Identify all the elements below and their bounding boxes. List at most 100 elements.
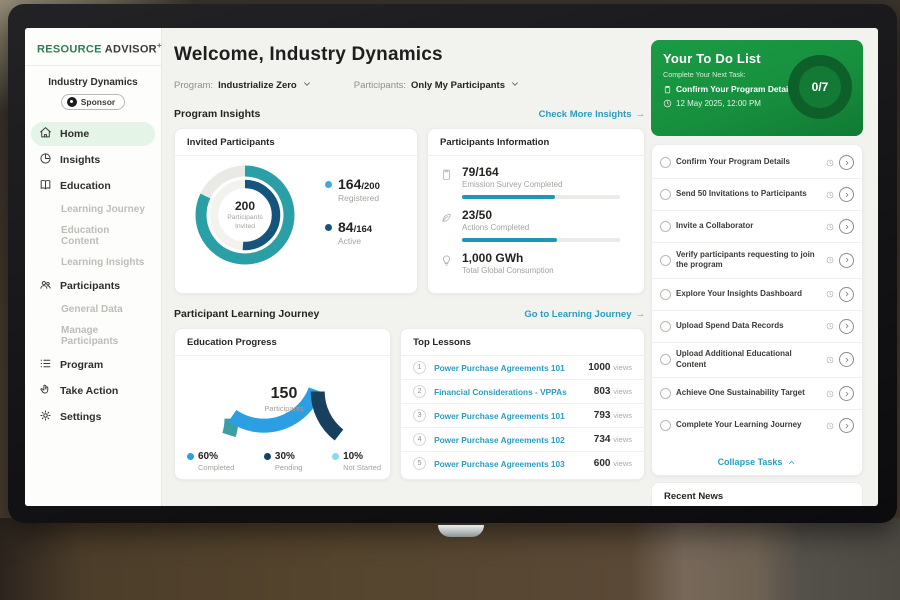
task-open-button[interactable] xyxy=(839,187,854,202)
todo-summary-card: Your To Do List Complete Your Next Task:… xyxy=(651,40,863,136)
task-open-button[interactable] xyxy=(839,253,854,268)
task-checkbox[interactable] xyxy=(660,388,671,399)
invited-participants-title: Invited Participants xyxy=(175,129,417,156)
task-label: Upload Additional Educational Content xyxy=(676,349,821,371)
check-more-insights-link[interactable]: Check More Insights → xyxy=(539,109,645,120)
lesson-row[interactable]: 1Power Purchase Agreements 1011000 views xyxy=(401,356,644,379)
task-checkbox[interactable] xyxy=(660,255,671,266)
legend-label: Registered xyxy=(338,193,380,203)
lesson-link[interactable]: Power Purchase Agreements 103 xyxy=(434,459,586,469)
lesson-row[interactable]: 5Power Purchase Agreements 103600 views xyxy=(401,451,644,475)
sidebar-item-label: Learning Journey xyxy=(61,204,145,215)
gauge-center-label: 150 Participants xyxy=(205,385,363,413)
stat-label: Total Global Consumption xyxy=(462,266,554,275)
sidebar-item-home[interactable]: Home xyxy=(31,122,155,146)
gauge-legend-item-pending: 30%Pending xyxy=(264,451,303,472)
todo-task-confirm-your-program-details[interactable]: Confirm Your Program Details xyxy=(652,147,862,178)
participant-stat-actions-completed: 23/50Actions Completed xyxy=(428,199,644,242)
clock-icon xyxy=(826,285,834,303)
stat-progress-bar xyxy=(462,195,620,199)
task-open-button[interactable] xyxy=(839,155,854,170)
lesson-views: 600 views xyxy=(594,458,632,469)
education-icon xyxy=(39,178,52,194)
sidebar-item-general-data[interactable]: General Data xyxy=(31,300,155,319)
collapse-tasks-link[interactable]: Collapse Tasks xyxy=(652,450,862,475)
task-checkbox[interactable] xyxy=(660,420,671,431)
sidebar-item-education[interactable]: Education xyxy=(31,174,155,198)
stat-value: 23/50 xyxy=(462,208,620,222)
donut-legend-item-active: 84/164Active xyxy=(325,220,380,246)
clipboard-icon xyxy=(663,85,672,94)
todo-task-achieve-one-sustainability-target[interactable]: Achieve One Sustainability Target xyxy=(652,377,862,409)
lesson-views: 734 views xyxy=(594,434,632,445)
task-checkbox[interactable] xyxy=(660,321,671,332)
lesson-row[interactable]: 3Power Purchase Agreements 101793 views xyxy=(401,403,644,427)
legend-dot-icon xyxy=(325,181,332,188)
participants-select[interactable]: Participants: Only My Participants xyxy=(354,76,520,94)
recent-news-title: Recent News xyxy=(652,483,862,506)
task-checkbox[interactable] xyxy=(660,189,671,200)
task-label: Upload Spend Data Records xyxy=(676,321,821,332)
task-open-button[interactable] xyxy=(839,386,854,401)
sidebar-nav: HomeInsightsEducation Learning Journey Edu… xyxy=(25,122,161,429)
clock-icon xyxy=(826,186,834,204)
task-open-button[interactable] xyxy=(839,418,854,433)
go-to-learning-journey-link[interactable]: Go to Learning Journey → xyxy=(524,309,645,320)
clock-icon xyxy=(826,251,834,269)
legend-label: Completed xyxy=(198,463,234,472)
program-insights-title: Program Insights xyxy=(174,108,260,120)
sidebar-item-participants[interactable]: Participants xyxy=(31,274,155,298)
task-open-button[interactable] xyxy=(839,352,854,367)
lesson-link[interactable]: Power Purchase Agreements 102 xyxy=(434,435,586,445)
lesson-row[interactable]: 2Financial Considerations - VPPAs803 vie… xyxy=(401,379,644,403)
sidebar-item-insights[interactable]: Insights xyxy=(31,148,155,172)
sidebar: RESOURCE ADVISOR+ Industry Dynamics Spon… xyxy=(25,28,162,506)
clock-icon xyxy=(826,385,834,403)
todo-task-upload-spend-data-records[interactable]: Upload Spend Data Records xyxy=(652,310,862,342)
sidebar-item-label: Learning Insights xyxy=(61,257,144,268)
participants-icon xyxy=(39,278,52,294)
legend-dot-icon xyxy=(332,453,339,460)
recent-news-card: Recent News xyxy=(651,482,863,506)
todo-task-send-50-invitations-to-participants[interactable]: Send 50 Invitations to Participants xyxy=(652,178,862,210)
sidebar-item-program[interactable]: Program xyxy=(31,353,155,377)
dashboard-screen: RESOURCE ADVISOR+ Industry Dynamics Spon… xyxy=(25,28,878,506)
task-open-button[interactable] xyxy=(839,319,854,334)
participants-information-card: Participants Information 79/164Emission … xyxy=(427,128,645,294)
participant-stat-total-global-consumption: 1,000 GWhTotal Global Consumption xyxy=(428,242,644,275)
sidebar-item-learning-journey[interactable]: Learning Journey xyxy=(31,200,155,219)
task-open-button[interactable] xyxy=(839,287,854,302)
sidebar-item-education-content[interactable]: Education Content xyxy=(31,221,155,251)
todo-task-verify-participants-requesting-to-join-the-program[interactable]: Verify participants requesting to join t… xyxy=(652,242,862,278)
todo-task-invite-a-collaborator[interactable]: Invite a Collaborator xyxy=(652,210,862,242)
lesson-link[interactable]: Financial Considerations - VPPAs xyxy=(434,387,586,397)
todo-task-explore-your-insights-dashboard[interactable]: Explore Your Insights Dashboard xyxy=(652,278,862,310)
filter-bar: Program: Industrialize Zero Participants… xyxy=(174,76,645,94)
invited-participants-card: Invited Participants 200 Participants In… xyxy=(174,128,418,294)
top-lessons-list: 1Power Purchase Agreements 1011000 views… xyxy=(401,356,644,475)
task-open-button[interactable] xyxy=(839,219,854,234)
lesson-views: 1000 views xyxy=(588,362,632,373)
program-select[interactable]: Program: Industrialize Zero xyxy=(174,76,312,94)
sidebar-item-learning-insights[interactable]: Learning Insights xyxy=(31,253,155,272)
lesson-link[interactable]: Power Purchase Agreements 101 xyxy=(434,363,580,373)
sidebar-item-settings[interactable]: Settings xyxy=(31,405,155,429)
lesson-link[interactable]: Power Purchase Agreements 101 xyxy=(434,411,586,421)
task-checkbox[interactable] xyxy=(660,354,671,365)
logo-plus: + xyxy=(157,41,162,50)
task-checkbox[interactable] xyxy=(660,157,671,168)
sidebar-item-take-action[interactable]: Take Action xyxy=(31,379,155,403)
sidebar-item-label: Participants xyxy=(60,280,120,292)
donut-legend-item-registered: 164/200Registered xyxy=(325,177,380,203)
legend-label: Active xyxy=(338,236,372,246)
sidebar-item-label: General Data xyxy=(61,304,123,315)
task-checkbox[interactable] xyxy=(660,289,671,300)
sponsor-badge[interactable]: Sponsor xyxy=(61,94,125,110)
task-checkbox[interactable] xyxy=(660,221,671,232)
lesson-row[interactable]: 4Power Purchase Agreements 102734 views xyxy=(401,427,644,451)
participants-information-list: 79/164Emission Survey Completed23/50Acti… xyxy=(428,156,644,275)
sidebar-item-manage-participants[interactable]: Manage Participants xyxy=(31,321,155,351)
todo-task-upload-additional-educational-content[interactable]: Upload Additional Educational Content xyxy=(652,342,862,378)
task-label: Invite a Collaborator xyxy=(676,221,821,232)
todo-task-complete-your-learning-journey[interactable]: Complete Your Learning Journey xyxy=(652,409,862,441)
